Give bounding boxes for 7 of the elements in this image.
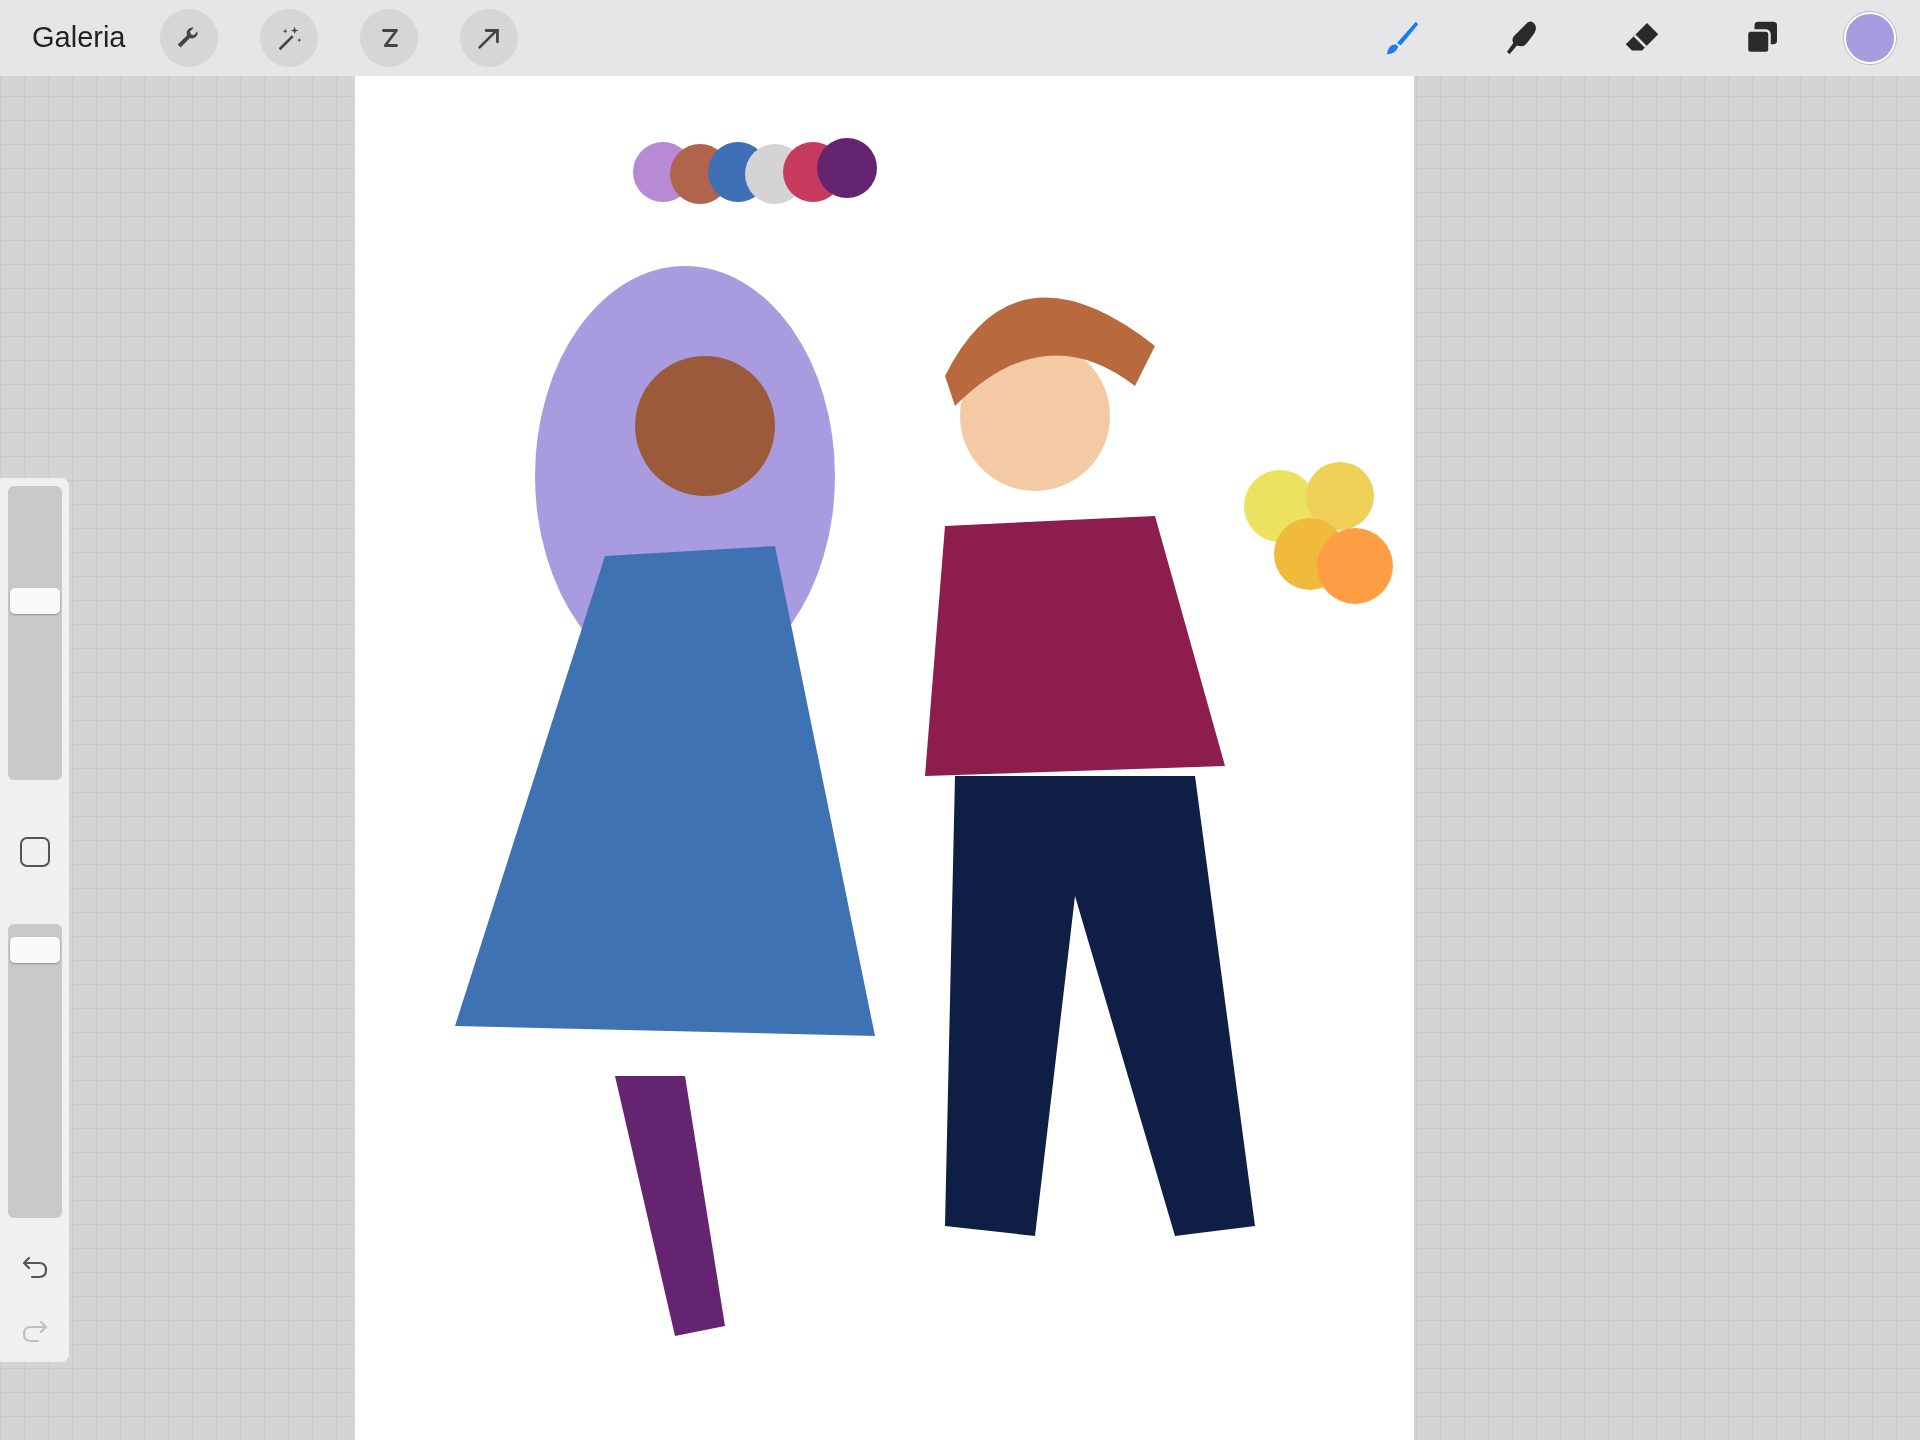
modify-button[interactable] (18, 836, 51, 868)
opacity-slider[interactable] (7, 924, 62, 1218)
square-icon (18, 836, 51, 868)
slider-thumb[interactable] (9, 937, 60, 964)
slider-thumb[interactable] (9, 587, 60, 614)
brush-size-slider[interactable] (7, 486, 62, 780)
gallery-button[interactable]: Galeria (32, 16, 126, 60)
